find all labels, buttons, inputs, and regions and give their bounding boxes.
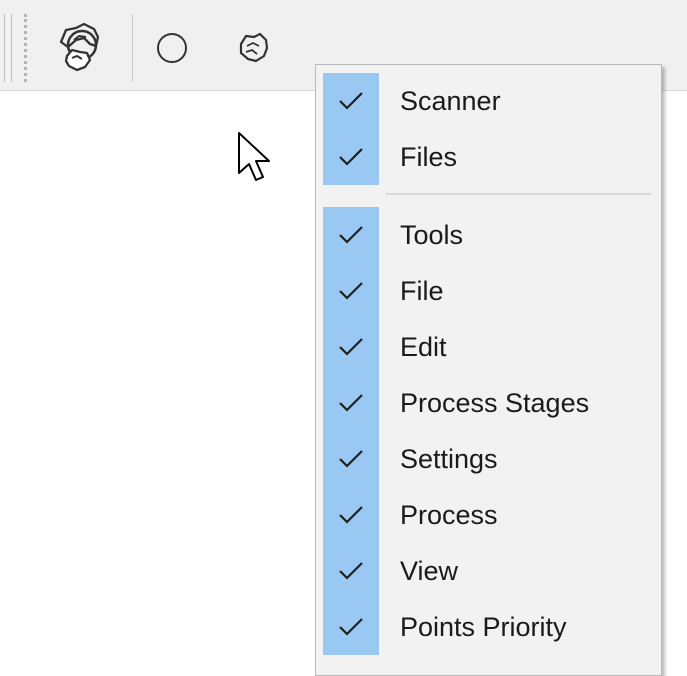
scanner-cluster-icon (59, 22, 100, 72)
menu-item-label: Edit (400, 332, 447, 362)
menu-item-points-priority[interactable]: Points Priority (316, 599, 661, 655)
menu-item-tools[interactable]: Tools (316, 207, 661, 263)
check-icon (323, 487, 379, 543)
menu-separator (386, 193, 651, 195)
menu-item-view[interactable]: View (316, 543, 661, 599)
menu-item-process[interactable]: Process (316, 487, 661, 543)
check-icon (323, 375, 379, 431)
menu-item-label: Process Stages (400, 388, 590, 418)
check-icon (323, 129, 379, 185)
circle-button[interactable] (148, 14, 196, 82)
check-icon (323, 599, 379, 655)
menu-item-edit[interactable]: Edit (316, 319, 661, 375)
mouse-pointer-icon (238, 132, 270, 181)
scanner-cluster-button[interactable] (40, 14, 120, 82)
check-icon (323, 319, 379, 375)
circle-icon (157, 33, 187, 63)
check-icon (323, 543, 379, 599)
toolbar-grip[interactable] (4, 14, 12, 82)
toolbar-grip-dots (24, 14, 27, 82)
menu-item-settings[interactable]: Settings (316, 431, 661, 487)
menu-item-label: Scanner (400, 86, 501, 116)
check-icon (323, 207, 379, 263)
menu-item-label: Process (400, 500, 498, 530)
menu-item-scanner[interactable]: Scanner (316, 73, 661, 129)
rock-button[interactable] (228, 14, 278, 82)
menu-item-files[interactable]: Files (316, 129, 661, 185)
check-icon (323, 431, 379, 487)
menu-item-file[interactable]: File (316, 263, 661, 319)
menu-item-label: Points Priority (400, 612, 567, 642)
rock-icon (239, 32, 269, 63)
toolbar-context-menu: Scanner Files Tools File Edit Process St… (315, 64, 662, 676)
menu-item-label: Tools (400, 220, 464, 250)
menu-item-label: Files (400, 142, 458, 172)
toolbar-separator (132, 14, 133, 82)
check-icon (323, 73, 379, 129)
menu-item-label: File (400, 276, 444, 306)
check-icon (323, 263, 379, 319)
menu-item-label: View (400, 556, 459, 586)
menu-item-label: Settings (400, 444, 498, 474)
menu-item-process-stages[interactable]: Process Stages (316, 375, 661, 431)
